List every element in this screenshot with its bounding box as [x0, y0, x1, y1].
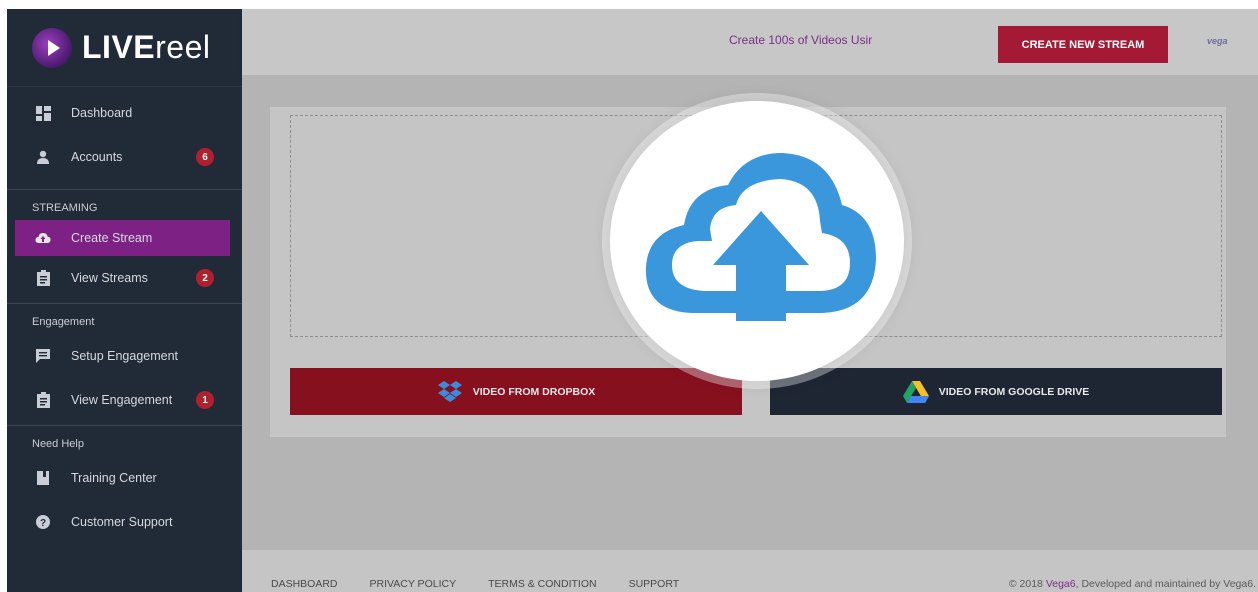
- vega-brand-logo: vega: [1207, 36, 1228, 46]
- footer-links: DASHBOARD PRIVACY POLICY TERMS & CONDITI…: [271, 578, 711, 590]
- view-engagement-count-badge: 1: [196, 391, 214, 409]
- sidebar-item-label: View Streams: [71, 271, 148, 285]
- copyright-suffix: , Developed and maintained by Vega6.: [1075, 578, 1256, 590]
- google-drive-icon: [902, 380, 929, 403]
- section-title-streaming: STREAMING: [7, 189, 242, 220]
- promo-text: Create 100s of Videos Usir: [729, 33, 873, 47]
- gdrive-button-label: VIDEO FROM GOOGLE DRIVE: [938, 385, 1090, 398]
- dashboard-icon: [35, 105, 51, 121]
- footer: DASHBOARD PRIVACY POLICY TERMS & CONDITI…: [242, 550, 1258, 592]
- logo-text: LIVEreel: [82, 29, 211, 65]
- sidebar-item-label: View Engagement: [71, 393, 173, 407]
- footer-link-support[interactable]: SUPPORT: [629, 578, 680, 590]
- footer-link-terms[interactable]: TERMS & CONDITION: [488, 578, 597, 590]
- sidebar-item-label: Training Center: [71, 471, 157, 485]
- book-icon: [35, 470, 51, 486]
- sidebar-item-training-center[interactable]: Training Center: [7, 456, 242, 500]
- sidebar-item-setup-engagement[interactable]: Setup Engagement: [7, 334, 242, 378]
- video-from-dropbox-button[interactable]: VIDEO FROM DROPBOX: [290, 368, 742, 415]
- dropbox-icon: [437, 380, 462, 402]
- cloud-upload-icon: [35, 230, 51, 246]
- vega6-link[interactable]: Vega6: [1046, 578, 1076, 590]
- sidebar-item-label: Accounts: [71, 150, 123, 164]
- sidebar-item-accounts[interactable]: Accounts 6: [7, 135, 242, 179]
- sidebar-item-label: Customer Support: [71, 515, 173, 529]
- copyright-prefix: © 2018: [1008, 578, 1046, 590]
- footer-link-privacy-policy[interactable]: PRIVACY POLICY: [370, 578, 457, 590]
- logo-play-icon: [32, 27, 72, 68]
- copyright-text: © 2018 Vega6, Developed and maintained b…: [1009, 578, 1256, 590]
- sidebar-item-create-stream[interactable]: Create Stream: [15, 220, 230, 256]
- clipboard-icon: [35, 270, 51, 286]
- view-streams-count-badge: 2: [196, 269, 214, 287]
- app-logo[interactable]: LIVEreel: [7, 9, 242, 87]
- sidebar-item-label: Create Stream: [71, 231, 153, 245]
- section-title-need-help: Need Help: [7, 425, 242, 456]
- sidebar-item-customer-support[interactable]: ? Customer Support: [7, 500, 242, 544]
- sidebar-item-label: Dashboard: [71, 106, 133, 120]
- sidebar: LIVEreel Dashboard Accounts 6 STREAMING …: [7, 9, 242, 592]
- create-new-stream-button[interactable]: CREATE NEW STREAM: [998, 26, 1168, 63]
- sidebar-item-label: Setup Engagement: [71, 349, 179, 363]
- cloud-upload-icon: [645, 153, 876, 321]
- upload-spotlight[interactable]: [610, 101, 904, 381]
- help-icon: ?: [35, 514, 51, 530]
- dropbox-button-label: VIDEO FROM DROPBOX: [472, 385, 596, 398]
- sidebar-item-dashboard[interactable]: Dashboard: [7, 91, 242, 135]
- top-header: Create 100s of Videos Usir CREATE NEW ST…: [242, 9, 1258, 75]
- footer-link-dashboard[interactable]: DASHBOARD: [271, 578, 338, 590]
- sidebar-item-view-engagement[interactable]: View Engagement 1: [7, 378, 242, 422]
- sidebar-item-view-streams[interactable]: View Streams 2: [7, 256, 242, 300]
- video-from-google-drive-button[interactable]: VIDEO FROM GOOGLE DRIVE: [770, 368, 1222, 415]
- section-title-engagement: Engagement: [7, 303, 242, 334]
- clipboard-icon: [35, 392, 51, 408]
- accounts-count-badge: 6: [196, 148, 214, 166]
- user-icon: [35, 149, 51, 165]
- message-icon: [35, 348, 51, 364]
- svg-text:?: ?: [40, 518, 46, 529]
